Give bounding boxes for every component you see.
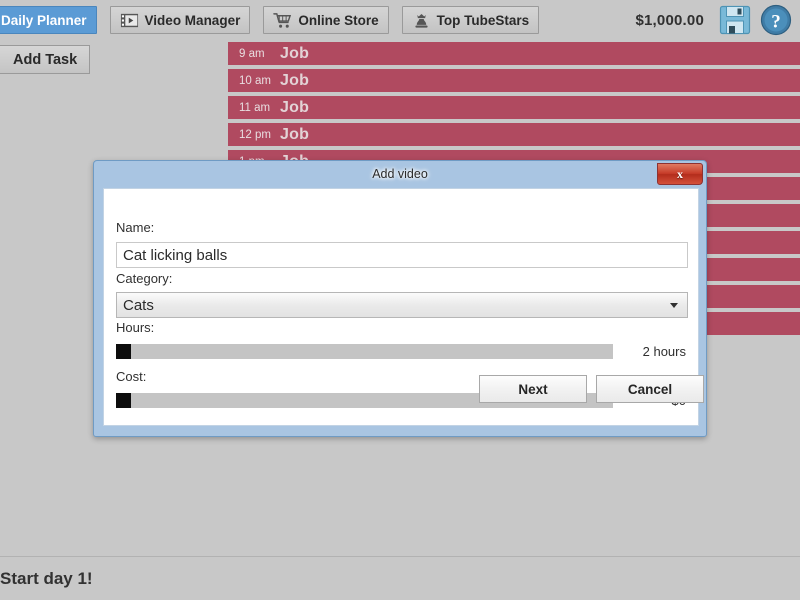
tab-top-tubestars[interactable]: Top TubeStars <box>401 6 540 34</box>
category-label: Category: <box>116 271 173 286</box>
table-row[interactable]: 12 pm Job <box>228 123 800 146</box>
money-display: $1,000.00 <box>635 11 704 29</box>
schedule-job: Job <box>280 98 310 116</box>
dialog-title: Add video <box>372 167 428 181</box>
name-input[interactable] <box>116 242 688 268</box>
hours-slider[interactable] <box>116 344 613 359</box>
close-label: x <box>677 166 683 181</box>
question-mark-icon[interactable]: ? <box>759 3 793 37</box>
tab-video-manager[interactable]: Video Manager <box>109 6 251 34</box>
film-icon <box>120 13 138 27</box>
next-button[interactable]: Next <box>479 375 587 403</box>
tab-label: Daily Planner <box>1 12 87 28</box>
schedule-time: 9 am <box>239 47 265 60</box>
add-task-label: Add Task <box>13 51 78 68</box>
hours-value: 2 hours <box>642 344 686 359</box>
add-task-button[interactable]: Add Task <box>0 45 91 74</box>
chevron-down-icon <box>670 302 678 308</box>
top-toolbar: Daily Planner Video Manager Online Store <box>0 0 800 40</box>
tab-label: Video Manager <box>144 12 241 28</box>
table-row[interactable]: 10 am Job <box>228 69 800 92</box>
floppy-disk-icon[interactable] <box>718 3 752 37</box>
schedule-time: 10 am <box>239 74 271 87</box>
schedule-time: 12 pm <box>239 128 271 141</box>
category-select[interactable]: Cats <box>116 292 688 318</box>
name-label: Name: <box>116 220 155 235</box>
tab-label: Online Store <box>298 12 379 28</box>
hours-label: Hours: <box>116 320 155 335</box>
category-value: Cats <box>123 296 154 314</box>
schedule-job: Job <box>280 125 310 143</box>
status-bar: Start day 1! <box>0 556 800 600</box>
schedule-time: 11 am <box>239 101 271 114</box>
schedule-job: Job <box>280 44 310 62</box>
svg-text:?: ? <box>771 12 781 33</box>
cost-label: Cost: <box>116 369 147 384</box>
cancel-button[interactable]: Cancel <box>596 375 704 403</box>
cost-slider-handle[interactable] <box>116 393 131 408</box>
table-row[interactable]: 9 am Job <box>228 42 800 65</box>
add-video-dialog: Add video x Name: Category: Cats Hours: … <box>93 160 707 437</box>
schedule-job: Job <box>280 71 310 89</box>
status-text: Start day 1! <box>0 568 93 588</box>
hours-slider-handle[interactable] <box>116 344 131 359</box>
chess-king-icon <box>415 13 428 28</box>
table-row[interactable]: 11 am Job <box>228 96 800 119</box>
close-icon[interactable]: x <box>657 163 703 185</box>
tab-daily-planner[interactable]: Daily Planner <box>0 6 97 34</box>
dialog-titlebar[interactable]: Add video x <box>97 163 703 185</box>
tab-online-store[interactable]: Online Store <box>263 6 389 34</box>
tab-label: Top TubeStars <box>436 12 530 28</box>
cart-icon <box>273 12 292 28</box>
dialog-body: Name: Category: Cats Hours: 2 hours Cost… <box>103 188 704 426</box>
